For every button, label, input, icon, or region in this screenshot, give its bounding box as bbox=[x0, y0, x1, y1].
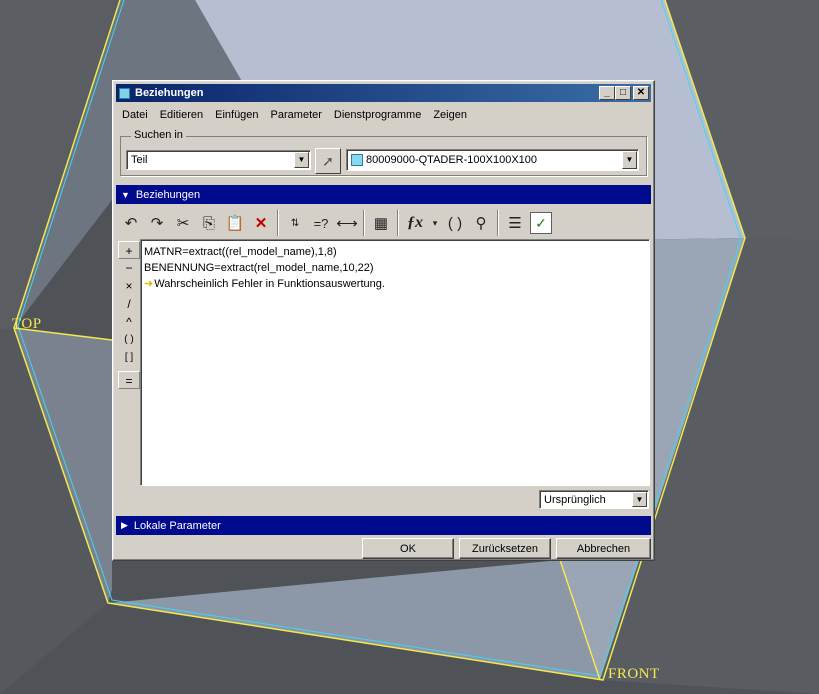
relation-line[interactable]: BENENNUNG=extract(rel_model_name,10,22) bbox=[144, 260, 646, 276]
redo-icon[interactable]: ↷ bbox=[144, 210, 170, 236]
sort-icon[interactable]: ▦ bbox=[368, 210, 394, 236]
view-label-front: FRONT bbox=[608, 666, 660, 682]
operator-plus[interactable]: + bbox=[118, 241, 140, 259]
model-select[interactable]: 80009000-QTADER-100X100X100 ▼ bbox=[346, 149, 639, 171]
parentheses-icon[interactable]: ( ) bbox=[442, 210, 468, 236]
cube-face-bottom bbox=[108, 560, 600, 680]
toolbar-separator bbox=[497, 210, 499, 236]
menu-zeigen[interactable]: Zeigen bbox=[427, 109, 473, 121]
ok-button[interactable]: OK bbox=[362, 538, 454, 559]
error-line[interactable]: ➜Wahrscheinlich Fehler in Funktionsauswe… bbox=[144, 276, 646, 292]
section-local-parameters-label: Lokale Parameter bbox=[133, 519, 221, 532]
error-message: Wahrscheinlich Fehler in Funktionsauswer… bbox=[154, 278, 385, 290]
units-select[interactable]: Ursprünglich ▼ bbox=[539, 490, 649, 509]
window-title: Beziehungen bbox=[135, 87, 204, 99]
toolbar-separator bbox=[277, 210, 279, 236]
dimension-icon[interactable]: ⟷ bbox=[334, 210, 360, 236]
minimize-button[interactable]: _ bbox=[599, 86, 615, 100]
select-model-button[interactable]: ➚ bbox=[315, 148, 341, 174]
operator-minus[interactable]: − bbox=[118, 259, 140, 277]
menu-einfuegen[interactable]: Einfügen bbox=[209, 109, 264, 121]
operator-brackets[interactable]: [ ] bbox=[118, 349, 140, 367]
operator-parentheses[interactable]: ( ) bbox=[118, 331, 140, 349]
scope-select-value: Teil bbox=[131, 154, 148, 166]
chevron-down-icon[interactable]: ▼ bbox=[632, 492, 647, 507]
relations-toolbar: ↶ ↷ ✂ ⎘ 📋 ✕ ⇅ =? ⟷ ▦ ƒx ▾ ( ) ⚲ ☰ ✓ bbox=[118, 208, 574, 238]
toolbar-separator bbox=[397, 210, 399, 236]
collapse-triangle-icon: ▼ bbox=[121, 189, 130, 200]
operator-multiply[interactable]: × bbox=[118, 277, 140, 295]
delete-icon[interactable]: ✕ bbox=[248, 210, 274, 236]
copy-icon[interactable]: ⎘ bbox=[196, 210, 222, 236]
operator-power[interactable]: ^ bbox=[118, 313, 140, 331]
part-icon bbox=[351, 154, 363, 166]
units-select-value: Ursprünglich bbox=[544, 493, 606, 506]
search-in-label: Suchen in bbox=[131, 129, 186, 141]
toolbar-separator bbox=[363, 210, 365, 236]
function-dropdown-icon[interactable]: ▾ bbox=[428, 210, 442, 236]
show-list-icon[interactable]: ☰ bbox=[502, 210, 528, 236]
scope-select[interactable]: Teil ▼ bbox=[126, 150, 311, 170]
chevron-down-icon[interactable]: ▼ bbox=[622, 151, 637, 169]
model-select-value: 80009000-QTADER-100X100X100 bbox=[366, 154, 538, 166]
verify-icon[interactable]: ⚲ bbox=[468, 210, 494, 236]
paste-icon[interactable]: 📋 bbox=[222, 210, 248, 236]
evaluate-icon[interactable]: =? bbox=[308, 210, 334, 236]
menu-dienstprogramme[interactable]: Dienstprogramme bbox=[328, 109, 427, 121]
function-icon[interactable]: ƒx bbox=[402, 210, 428, 236]
close-button[interactable]: ✕ bbox=[633, 86, 649, 100]
warning-arrow-icon: ➜ bbox=[144, 278, 154, 290]
relations-dialog: Beziehungen _ □ ✕ Datei Editieren Einfüg… bbox=[112, 80, 655, 561]
window-icon bbox=[119, 87, 130, 99]
operator-equals[interactable]: = bbox=[118, 371, 140, 389]
maximize-button[interactable]: □ bbox=[615, 86, 631, 100]
title-bar[interactable]: Beziehungen _ □ ✕ bbox=[116, 84, 651, 102]
section-relations-label: Beziehungen bbox=[135, 188, 201, 201]
operator-palette: + − × / ^ ( ) [ ] = bbox=[118, 241, 140, 401]
menu-bar: Datei Editieren Einfügen Parameter Diens… bbox=[116, 105, 651, 125]
menu-editieren[interactable]: Editieren bbox=[154, 109, 209, 121]
cut-icon[interactable]: ✂ bbox=[170, 210, 196, 236]
menu-datei[interactable]: Datei bbox=[116, 109, 154, 121]
relations-editor[interactable]: MATNR=extract((rel_model_name),1,8) BENE… bbox=[140, 239, 650, 486]
menu-parameter[interactable]: Parameter bbox=[265, 109, 328, 121]
reset-button[interactable]: Zurücksetzen bbox=[459, 538, 551, 559]
operator-divide[interactable]: / bbox=[118, 295, 140, 313]
undo-icon[interactable]: ↶ bbox=[118, 210, 144, 236]
pointer-icon: ➚ bbox=[322, 152, 334, 169]
view-label-top: TOP bbox=[12, 316, 42, 332]
section-relations[interactable]: ▼ Beziehungen bbox=[116, 185, 651, 204]
expand-triangle-icon: ▶ bbox=[121, 520, 128, 530]
cancel-button[interactable]: Abbrechen bbox=[556, 538, 651, 559]
section-local-parameters[interactable]: ▶ Lokale Parameter bbox=[116, 516, 651, 535]
display-units-icon[interactable]: ⇅ bbox=[282, 210, 308, 236]
chevron-down-icon[interactable]: ▼ bbox=[294, 152, 309, 168]
relation-line[interactable]: MATNR=extract((rel_model_name),1,8) bbox=[144, 244, 646, 260]
check-relations-icon[interactable]: ✓ bbox=[530, 212, 552, 234]
